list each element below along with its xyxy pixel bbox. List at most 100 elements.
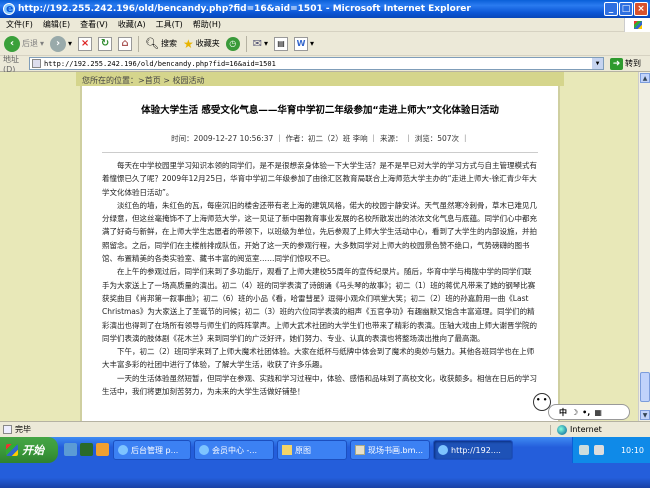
- back-arrow-icon: ‹: [4, 35, 20, 52]
- favorites-button[interactable]: ★ 收藏夹: [183, 37, 220, 51]
- menu-view[interactable]: 查看(V): [80, 19, 108, 30]
- favorites-label: 收藏夹: [195, 39, 220, 48]
- ime-moon-icon[interactable]: ☽: [571, 408, 578, 417]
- ime-toolbar[interactable]: 中 ☽ •, ▦: [533, 393, 630, 420]
- menu-bar: 文件(F) 编辑(E) 查看(V) 收藏(A) 工具(T) 帮助(H): [0, 18, 650, 32]
- print-icon: ▤: [274, 36, 288, 51]
- mail-dropdown-icon[interactable]: ▾: [264, 39, 268, 48]
- scroll-down-icon[interactable]: ▼: [640, 410, 650, 420]
- task-label: 后台管理 p...: [131, 445, 179, 455]
- internet-globe-icon: [557, 424, 567, 435]
- ime-language[interactable]: 中: [559, 407, 567, 418]
- history-icon: ◷: [225, 36, 240, 51]
- start-button[interactable]: 开始: [0, 437, 58, 463]
- go-label: 转到: [625, 59, 641, 68]
- article: 体验大学生活 感受文化气息——华育中学初二年级参加“走进上师大”文化体验日活动 …: [80, 86, 560, 421]
- back-label: 后退: [22, 39, 38, 48]
- forward-button[interactable]: › ▾: [50, 35, 72, 52]
- task-button[interactable]: 现场书画.bm...: [350, 440, 430, 460]
- menu-file[interactable]: 文件(F): [6, 19, 33, 30]
- edit-icon: W: [294, 36, 308, 51]
- refresh-button[interactable]: ↻: [98, 36, 113, 51]
- window-titlebar[interactable]: http://192.255.242.196/old/bencandy.php?…: [0, 0, 650, 18]
- quick-launch-media-icon[interactable]: [96, 443, 109, 456]
- task-button[interactable]: 后台管理 p...: [113, 440, 191, 460]
- clock[interactable]: 10:10: [621, 446, 650, 455]
- ie-icon: [3, 0, 15, 18]
- status-done: 完毕: [0, 424, 470, 435]
- task-label: 原图: [295, 445, 311, 455]
- stop-icon: ×: [78, 36, 93, 51]
- paint-icon: [355, 445, 365, 455]
- zone-label: Internet: [570, 425, 602, 434]
- address-url: http://192.255.242.196/old/bencandy.php?…: [44, 59, 276, 68]
- windows-flag-icon: [6, 444, 18, 456]
- article-body: 每天在中学校园里学习知识本领的同学们，是不是很想亲身体验一下大学生活？是不是早已…: [82, 153, 558, 398]
- article-paragraph: 淡红色的墙，朱红色的瓦，每座沉旧的楼舍还带有老上海的建筑风格，偌大的校园宁静安详…: [102, 200, 537, 264]
- status-text: 完毕: [15, 425, 31, 434]
- close-button[interactable]: ×: [634, 2, 648, 16]
- menu-favorites[interactable]: 收藏(A): [118, 19, 146, 30]
- page-done-icon: [3, 425, 12, 434]
- edit-button[interactable]: W ▾: [294, 36, 314, 51]
- go-arrow-icon: ➜: [610, 57, 623, 70]
- windows-logo-icon: [624, 18, 650, 32]
- maximize-button[interactable]: □: [619, 2, 633, 16]
- scroll-up-icon[interactable]: ▲: [640, 73, 650, 83]
- go-button[interactable]: ➜ 转到: [610, 57, 641, 70]
- address-dropdown-icon[interactable]: ▼: [592, 58, 603, 69]
- task-label: http://192....: [451, 445, 501, 455]
- article-meta: 时间：2009-12-27 10:56:37 ｜ 作者：初二（2）班 李响 ｜ …: [171, 134, 469, 143]
- menu-edit[interactable]: 编辑(E): [43, 19, 70, 30]
- search-icon: 🔍︎: [145, 37, 159, 50]
- address-label: 地址(D): [3, 54, 19, 74]
- network-icon[interactable]: [579, 445, 589, 455]
- start-label: 开始: [22, 444, 44, 457]
- task-list: 后台管理 p... 会员中心 -... 原图 现场书画.bm... http:/…: [113, 437, 513, 460]
- search-button[interactable]: 🔍︎ 搜索: [145, 37, 177, 50]
- page-icon: [32, 59, 41, 68]
- minimize-button[interactable]: _: [604, 2, 618, 16]
- task-button[interactable]: 会员中心 -...: [194, 440, 274, 460]
- edit-dropdown-icon[interactable]: ▾: [310, 39, 314, 48]
- scroll-thumb[interactable]: [640, 372, 650, 402]
- article-paragraph: 一天的生活体验虽然短暂，但同学在参观、实践和学习过程中，体验、感悟和品味到了高校…: [102, 373, 537, 397]
- back-dropdown-icon[interactable]: ▾: [40, 39, 44, 48]
- mail-button[interactable]: ✉ ▾: [253, 37, 268, 50]
- volume-icon[interactable]: [594, 445, 604, 455]
- star-icon: ★: [183, 36, 194, 51]
- refresh-icon: ↻: [98, 36, 113, 51]
- ime-mascot-icon: [533, 393, 551, 411]
- status-bar: 完毕 Internet: [0, 421, 650, 437]
- quick-launch-desktop-icon[interactable]: [80, 443, 93, 456]
- ie-task-icon: [438, 445, 448, 455]
- breadcrumb-separator: >: [163, 76, 170, 85]
- article-paragraph: 下午，初二（2）班同学来到了上师大魔术社团体验。大家在纸杯与纸牌中体会到了魔术的…: [102, 347, 535, 370]
- print-button[interactable]: ▤: [274, 36, 288, 51]
- ime-punctuation[interactable]: •,: [582, 408, 590, 417]
- home-button[interactable]: ⌂: [118, 36, 133, 51]
- address-input[interactable]: http://192.255.242.196/old/bencandy.php?…: [29, 57, 604, 70]
- stop-button[interactable]: ×: [78, 36, 93, 51]
- quick-launch-ie-icon[interactable]: [64, 443, 77, 456]
- article-title: 体验大学生活 感受文化气息——华育中学初二年级参加“走进上师大”文化体验日活动: [141, 105, 499, 116]
- forward-dropdown-icon[interactable]: ▾: [68, 39, 72, 48]
- page-content: 您所在的位置：>首页 > 校园活动 体验大学生活 感受文化气息——华育中学初二年…: [0, 72, 638, 421]
- security-zone: Internet: [550, 424, 650, 435]
- task-button[interactable]: 原图: [277, 440, 347, 460]
- task-button-active[interactable]: http://192....: [433, 440, 513, 460]
- breadcrumb-home-link[interactable]: >首页: [138, 76, 161, 85]
- article-paragraph: 在上午的参观过后，同学们来到了多功能厅，观看了上师大建校55周年的宣传纪录片。随…: [102, 267, 537, 343]
- toolbar-divider: [138, 35, 140, 52]
- breadcrumb-section-link[interactable]: 校园活动: [173, 76, 205, 85]
- menu-tools[interactable]: 工具(T): [156, 19, 183, 30]
- ime-keyboard-icon[interactable]: ▦: [594, 408, 602, 417]
- history-button[interactable]: ◷: [225, 36, 240, 51]
- search-label: 搜索: [161, 39, 177, 48]
- forward-arrow-icon: ›: [50, 35, 67, 52]
- vertical-scrollbar[interactable]: ▲ ▼: [638, 72, 650, 421]
- menu-help[interactable]: 帮助(H): [193, 19, 221, 30]
- folder-icon: [282, 445, 292, 455]
- back-button[interactable]: ‹ 后退 ▾: [4, 35, 44, 52]
- task-label: 会员中心 -...: [212, 445, 258, 455]
